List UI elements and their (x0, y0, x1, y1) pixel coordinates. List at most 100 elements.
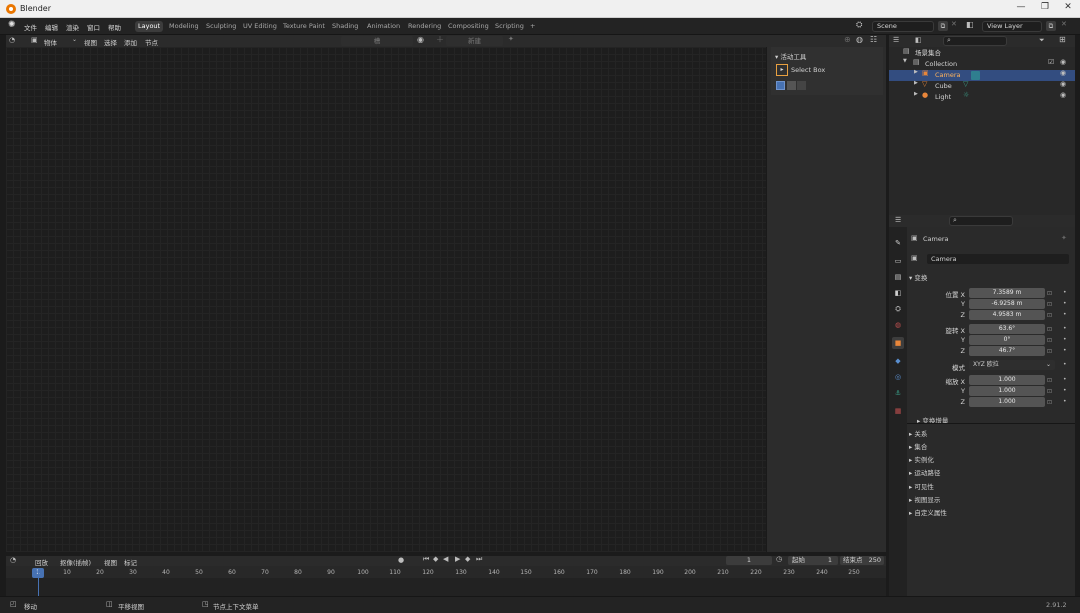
filter-icon[interactable]: ⏷ (1039, 37, 1045, 44)
new-material-button[interactable]: 新建 (446, 36, 503, 46)
expand-arrow-icon[interactable]: ▶ (914, 81, 918, 86)
keyframe-dot-icon[interactable]: • (1063, 376, 1067, 383)
display-mode-icon[interactable]: ◧ (915, 37, 922, 44)
tool-tab-icon[interactable]: ✎ (892, 237, 904, 249)
add-workspace-button[interactable]: + (527, 21, 538, 32)
delete-view-layer-icon[interactable]: ✕ (1061, 21, 1067, 28)
end-frame-field[interactable]: 结束点 250 (840, 556, 884, 565)
keyframe-dot-icon[interactable]: • (1063, 398, 1067, 405)
node-editor-canvas[interactable] (6, 47, 766, 552)
collections-panel-header[interactable]: ▸ 集合 (909, 441, 927, 451)
start-frame-field[interactable]: 起始 1 (788, 556, 838, 565)
new-view-layer-icon[interactable]: ⧉ (1046, 21, 1056, 31)
new-scene-icon[interactable]: ⧉ (938, 21, 948, 31)
select-mode-extend-icon[interactable] (787, 81, 796, 90)
minimize-button[interactable]: — (1013, 2, 1029, 15)
lock-icon[interactable]: ⊡ (1047, 290, 1052, 297)
texture-tab-icon[interactable]: ▦ (892, 405, 904, 417)
location-y-field[interactable]: -6.9258 m (969, 299, 1045, 309)
workspace-tab-uv-editing[interactable]: UV Editing (240, 21, 280, 32)
scene-icon[interactable]: ⛭ (856, 21, 862, 29)
keyframe-dot-icon[interactable]: • (1063, 289, 1067, 296)
workspace-tab-sculpting[interactable]: Sculpting (203, 21, 239, 32)
pin-icon[interactable]: ✦ (508, 36, 514, 43)
custom-properties-panel-header[interactable]: ▸ 自定义属性 (909, 507, 947, 517)
datablock-browse-icon[interactable]: ▣ (911, 255, 918, 262)
outliner-editor-type-icon[interactable]: ☰ (893, 37, 899, 44)
rotation-z-field[interactable]: 46.7° (969, 346, 1045, 356)
menu-render[interactable]: 渲染 (66, 22, 79, 32)
select-box-icon[interactable]: ▸ (776, 64, 788, 76)
menu-help[interactable]: 帮助 (108, 22, 121, 32)
keyframe-dot-icon[interactable]: • (1063, 361, 1067, 368)
timeline-menu-keying[interactable]: 抠像(插帧) (60, 557, 91, 567)
visibility-eye-icon[interactable]: ◉ (1060, 70, 1066, 77)
viewport-display-panel-header[interactable]: ▸ 视图显示 (909, 494, 940, 504)
lock-icon[interactable]: ⊡ (1047, 388, 1052, 395)
lock-icon[interactable]: ⊡ (1047, 326, 1052, 333)
workspace-tab-scripting[interactable]: Scripting (492, 21, 527, 32)
play-reverse-icon[interactable]: ◀ (443, 556, 448, 563)
menu-edit[interactable]: 编辑 (45, 22, 58, 32)
visibility-eye-icon[interactable]: ◉ (1060, 59, 1066, 66)
delete-scene-icon[interactable]: ✕ (951, 21, 957, 28)
editor-menu-select[interactable]: 选择 (104, 37, 117, 47)
active-tool-header[interactable]: ▾ 活动工具 (775, 51, 806, 61)
prev-keyframe-icon[interactable]: ◆ (433, 556, 438, 563)
timeline-menu-view[interactable]: 视图 (104, 557, 117, 567)
rotation-mode-dropdown[interactable]: XYZ 欧拉 ⌄ (969, 360, 1055, 370)
sidebar-toggle-icon[interactable]: ☷ (870, 36, 877, 44)
object-tab-icon[interactable]: ■ (892, 337, 904, 349)
close-button[interactable]: ✕ (1060, 2, 1076, 15)
scale-y-field[interactable]: 1.000 (969, 386, 1045, 396)
jump-start-icon[interactable]: ⏮ (423, 556, 429, 563)
next-keyframe-icon[interactable]: ◆ (465, 556, 470, 563)
transform-panel-header[interactable]: ▾ 变换 (909, 272, 927, 282)
scale-z-field[interactable]: 1.000 (969, 397, 1045, 407)
render-tab-icon[interactable]: ▭ (892, 255, 904, 267)
expand-arrow-icon[interactable]: ▶ (914, 70, 918, 75)
location-z-field[interactable]: 4.9583 m (969, 310, 1045, 320)
snap-icon[interactable]: ⊕ (844, 36, 851, 44)
keyframe-dot-icon[interactable]: • (1063, 336, 1067, 343)
slot-dropdown[interactable]: 槽 (341, 36, 413, 46)
outliner-row-light[interactable]: ▶ ● Light ☼ ◉ (889, 92, 1075, 103)
scale-x-field[interactable]: 1.000 (969, 375, 1045, 385)
menu-window[interactable]: 窗口 (87, 22, 100, 32)
keyframe-dot-icon[interactable]: • (1063, 300, 1067, 307)
output-tab-icon[interactable]: ▤ (892, 271, 904, 283)
visibility-panel-header[interactable]: ▸ 可见性 (909, 481, 934, 491)
lock-icon[interactable]: ⊡ (1047, 301, 1052, 308)
visibility-eye-icon[interactable]: ◉ (1060, 81, 1066, 88)
blender-menu-icon[interactable]: ✺ (8, 21, 16, 30)
rotation-x-field[interactable]: 63.6° (969, 324, 1045, 334)
scene-tab-icon[interactable]: ⛭ (892, 303, 904, 315)
keyframe-dot-icon[interactable]: • (1063, 325, 1067, 332)
workspace-tab-rendering[interactable]: Rendering (405, 21, 444, 32)
relations-panel-header[interactable]: ▸ 关系 (909, 428, 927, 438)
timeline-editor-type-icon[interactable]: ◔ (10, 557, 16, 564)
expand-arrow-icon[interactable]: ▼ (903, 59, 907, 64)
object-name-field[interactable]: Camera (927, 254, 1069, 264)
rotation-y-field[interactable]: 0° (969, 335, 1045, 345)
workspace-tab-animation[interactable]: Animation (364, 21, 403, 32)
view-layer-tab-icon[interactable]: ◧ (892, 287, 904, 299)
constraint-tab-icon[interactable]: ⚓ (892, 387, 904, 399)
current-frame-field[interactable]: 1 (726, 556, 772, 565)
workspace-tab-layout[interactable]: Layout (135, 21, 164, 32)
material-browse-icon[interactable]: ◉ (417, 36, 424, 44)
scene-field[interactable]: Scene (872, 21, 934, 32)
instancing-panel-header[interactable]: ▸ 实例化 (909, 454, 934, 464)
workspace-tab-modeling[interactable]: Modeling (166, 21, 202, 32)
expand-arrow-icon[interactable]: ▶ (914, 92, 918, 97)
editor-menu-view[interactable]: 视图 (84, 37, 97, 47)
lock-icon[interactable]: ⊡ (1047, 377, 1052, 384)
keyframe-dot-icon[interactable]: • (1063, 387, 1067, 394)
object-type-chevron-icon[interactable]: ⌄ (72, 37, 77, 43)
properties-editor-type-icon[interactable]: ☰ (895, 217, 901, 224)
preview-range-icon[interactable]: ◷ (776, 556, 782, 563)
collection-checkbox-icon[interactable]: ☑ (1048, 59, 1054, 66)
world-tab-icon[interactable]: ◍ (892, 319, 904, 331)
editor-menu-add[interactable]: 添加 (124, 37, 137, 47)
add-material-icon[interactable]: ＋ (436, 36, 444, 44)
